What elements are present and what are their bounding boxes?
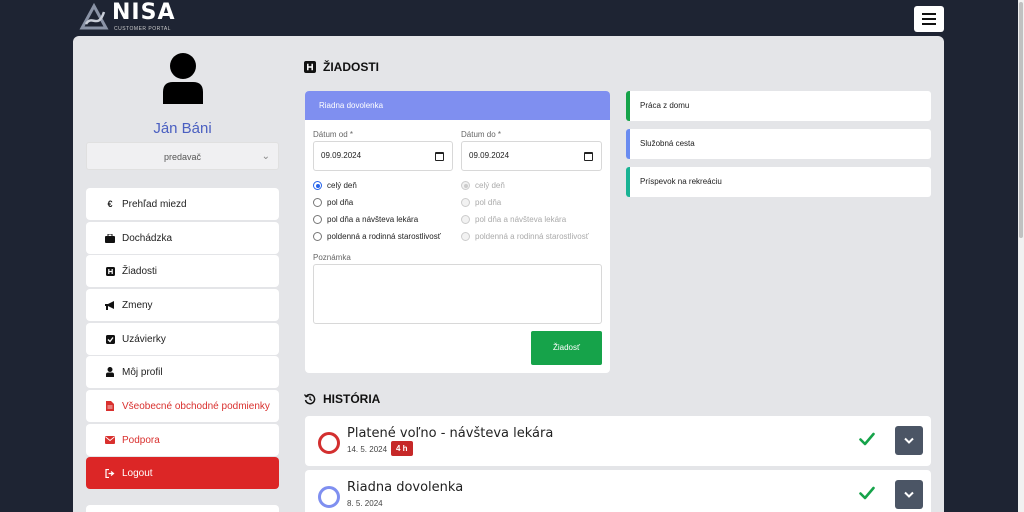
user-avatar-icon	[163, 53, 203, 104]
nav-item-label: Logout	[122, 467, 153, 479]
document-icon	[104, 401, 116, 411]
request-type-recreation-allowance[interactable]: Príspevok na rekreáciu	[626, 167, 931, 197]
nav-item-profile[interactable]: Môj profil	[86, 356, 279, 388]
nav-item-label: Dochádzka	[122, 232, 173, 244]
history-icon	[304, 393, 316, 405]
calendar-icon[interactable]	[435, 152, 444, 161]
sign-out-icon	[104, 468, 116, 478]
nav-item-changes[interactable]: Zmeny	[86, 289, 279, 321]
nav-item-label: Uzávierky	[122, 333, 166, 345]
hours-badge: 4 h	[391, 441, 413, 456]
logo-text: NISA	[112, 0, 176, 25]
nav-item-label: Môj profil	[122, 366, 163, 378]
submit-request-button[interactable]: Žiadosť	[531, 331, 602, 365]
expand-button[interactable]	[895, 480, 923, 509]
check-icon	[859, 486, 875, 500]
chevron-down-icon	[904, 437, 914, 444]
date-from-input[interactable]: 09.09.2024	[313, 141, 453, 171]
nav-item-label: Žiadosti	[122, 265, 158, 277]
note-textarea[interactable]	[313, 264, 602, 324]
briefcase-icon	[104, 233, 116, 243]
check-square-icon	[104, 334, 116, 344]
euro-icon: €	[107, 199, 113, 209]
hamburger-menu-button[interactable]	[914, 6, 944, 32]
date-from-label: Dátum od *	[313, 130, 354, 139]
status-circle-icon	[318, 486, 340, 508]
role-select[interactable]: predavač ⌄	[86, 142, 279, 170]
megaphone-icon	[104, 300, 116, 310]
user-name: Ján Báni	[153, 120, 212, 137]
logo-subtitle: CUSTOMER PORTAL	[114, 26, 171, 32]
envelope-icon	[104, 436, 116, 444]
history-item-title: Platené voľno - návšteva lekára	[347, 426, 554, 441]
nav-item-closings[interactable]: Uzávierky	[86, 323, 279, 355]
nav-item-payroll[interactable]: € Prehľad miezd	[86, 188, 279, 220]
role-select-value: predavač	[163, 152, 202, 162]
requests-title: ŽIADOSTI	[304, 60, 379, 74]
logout-button[interactable]: Logout	[86, 457, 279, 489]
request-type-home-office[interactable]: Práca z domu	[626, 91, 931, 121]
h-square-icon	[104, 266, 116, 276]
nav-item-extra[interactable]	[86, 505, 279, 512]
history-item-date: 8. 5. 2024	[347, 499, 383, 508]
nav-item-support[interactable]: Podpora	[86, 424, 279, 456]
history-title: HISTÓRIA	[304, 392, 380, 406]
radio-to-half-day-doctor: pol dňa a návšteva lekára	[461, 215, 566, 224]
request-form-card: Riadna dovolenka Dátum od * 09.09.2024 D…	[305, 91, 610, 373]
nisa-logo-icon	[79, 2, 109, 30]
request-form-header: Riadna dovolenka	[305, 91, 610, 120]
nav-item-label: Zmeny	[122, 299, 153, 311]
date-to-input[interactable]: 09.09.2024	[461, 141, 602, 171]
nav-item-label: Všeobecné obchodné podmienky	[122, 400, 270, 412]
chevron-down-icon: ⌄	[261, 151, 270, 162]
logo[interactable]: NISA CUSTOMER PORTAL	[78, 0, 178, 34]
history-item-date: 14. 5. 2024	[347, 445, 388, 454]
radio-from-half-day[interactable]: pol dňa	[313, 198, 353, 207]
status-circle-icon	[318, 432, 340, 454]
nav-item-requests[interactable]: Žiadosti	[86, 255, 279, 287]
top-bar: NISA CUSTOMER PORTAL	[0, 0, 1024, 36]
chevron-down-icon	[904, 491, 914, 498]
expand-button[interactable]	[895, 426, 923, 455]
history-item-title: Riadna dovolenka	[347, 480, 464, 495]
request-type-business-trip[interactable]: Služobná cesta	[626, 129, 931, 159]
radio-to-full-day: celý deň	[461, 181, 505, 190]
radio-from-full-day[interactable]: celý deň	[313, 181, 357, 190]
radio-from-half-day-family-care[interactable]: poldenná a rodinná starostlivosť	[313, 232, 441, 241]
note-label: Poznámka	[313, 253, 351, 262]
date-to-label: Dátum do *	[461, 130, 502, 139]
nav-item-label: Prehľad miezd	[122, 198, 187, 210]
nav-item-terms[interactable]: Všeobecné obchodné podmienky	[86, 390, 279, 422]
radio-to-half-day: pol dňa	[461, 198, 501, 207]
nav-item-attendance[interactable]: Dochádzka	[86, 222, 279, 254]
history-item[interactable]: Riadna dovolenka 8. 5. 2024	[305, 470, 931, 512]
radio-to-half-day-family-care: poldenná a rodinná starostlivosť	[461, 232, 589, 241]
nav-item-label: Podpora	[122, 434, 160, 446]
scrollbar-thumb[interactable]	[1019, 2, 1023, 238]
check-icon	[859, 432, 875, 446]
hamburger-icon	[922, 13, 936, 15]
history-item[interactable]: Platené voľno - návšteva lekára 14. 5. 2…	[305, 416, 931, 466]
user-icon	[104, 367, 116, 377]
radio-from-half-day-doctor[interactable]: pol dňa a návšteva lekára	[313, 215, 418, 224]
calendar-icon[interactable]	[584, 152, 593, 161]
h-square-icon	[304, 61, 316, 73]
